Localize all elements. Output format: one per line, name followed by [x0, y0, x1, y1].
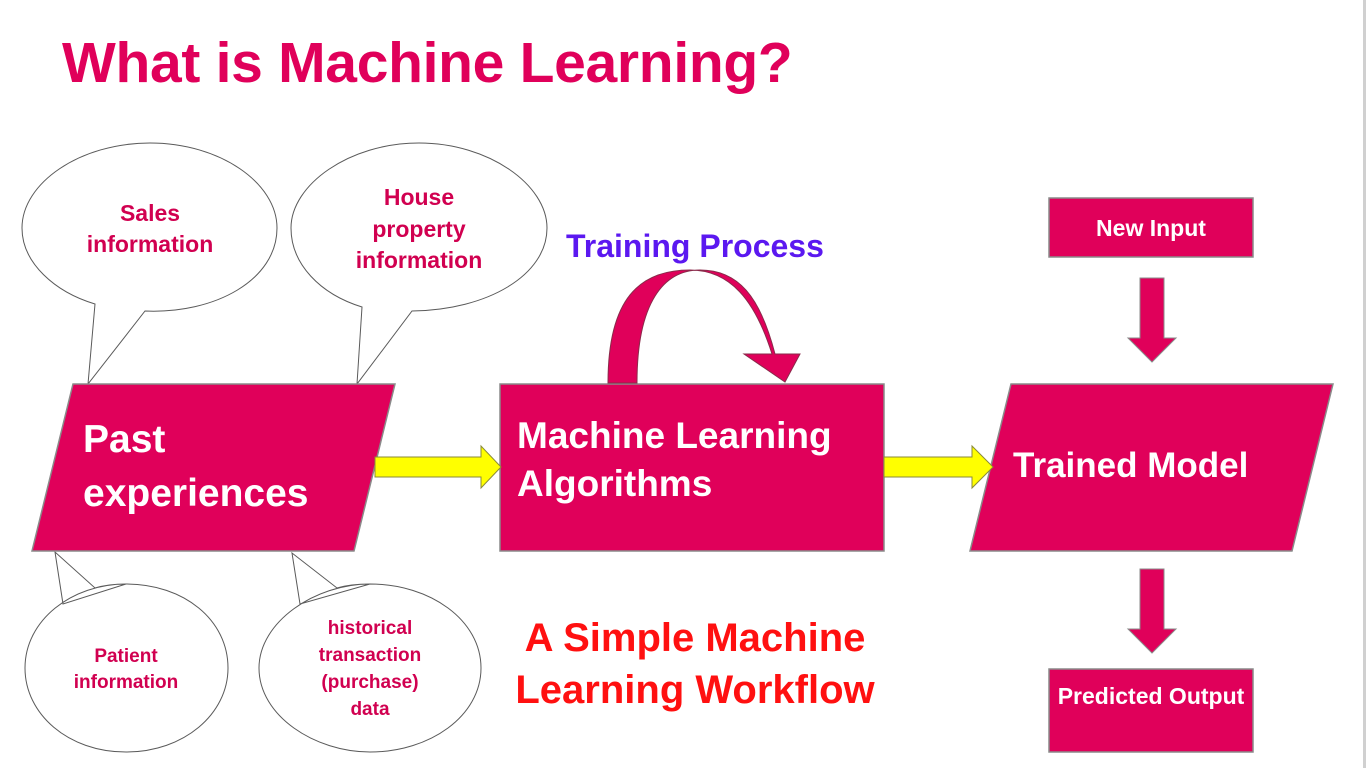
arrow-model-to-output — [1126, 568, 1178, 654]
bubble-sales — [21, 142, 278, 386]
bubble-patient-label: Patient information — [73, 646, 179, 693]
bubble-house-label: House property information — [355, 184, 483, 273]
trained-model-label: Trained Model — [1013, 446, 1249, 485]
workflow-caption: A Simple Machine Learning Workflow — [515, 616, 875, 712]
arrow-ml-to-model — [883, 444, 994, 490]
training-loop-arrow — [607, 269, 801, 384]
ml-algorithms-label: Machine Learning Algorithms — [517, 415, 832, 504]
past-experiences-label: Past experiences — [83, 418, 309, 515]
arrow-past-to-ml — [374, 444, 502, 490]
training-process-label: Training Process — [566, 228, 824, 264]
predicted-output-label: Predicted Output — [1057, 683, 1245, 709]
bubble-sales-label: Sales information — [86, 200, 214, 257]
bubble-historical-label: historical transaction (purchase) data — [318, 618, 422, 720]
arrow-input-to-model — [1126, 277, 1178, 363]
new-input-label: New Input — [1096, 215, 1206, 241]
